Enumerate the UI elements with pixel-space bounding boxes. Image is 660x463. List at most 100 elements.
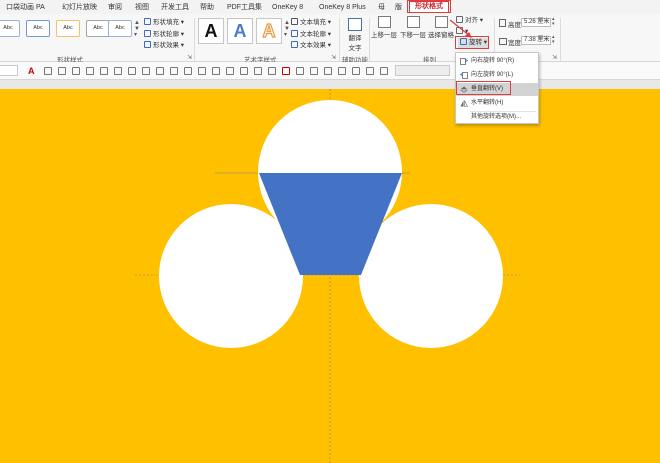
toolbar-icon[interactable] (156, 67, 164, 75)
shape-style-thumb-1[interactable]: Abc (0, 20, 20, 37)
height-icon (499, 19, 506, 27)
font-color-icon[interactable]: A (28, 67, 36, 76)
shape-outline-button[interactable]: 形状轮廓 ▾ (144, 30, 184, 40)
tab-onekey8-plus[interactable]: OneKey 8 Plus (319, 2, 366, 13)
tab-pdf-tools[interactable]: PDF工具集 (227, 2, 262, 13)
selection-pane-label: 选择窗格 (428, 32, 454, 39)
pen-icon (144, 30, 151, 37)
shape-style-thumb-3[interactable]: Abc (56, 20, 80, 37)
toolbar-icon[interactable] (352, 67, 360, 75)
toolbar-icon[interactable] (254, 67, 262, 75)
shape-style-thumb-4[interactable]: Abc (86, 20, 110, 37)
height-input[interactable]: 5.26 厘米 (521, 18, 551, 27)
shape-style-thumb-5[interactable]: Abc (108, 20, 132, 37)
toolbar-icon[interactable] (128, 67, 136, 75)
toolbar-icon[interactable] (310, 67, 318, 75)
height-stepper[interactable]: ▴ ▾ (552, 17, 555, 27)
text-effects-button[interactable]: 文本效果 ▾ (291, 41, 331, 51)
dialog-launcher-icon[interactable]: ⇲ (331, 54, 336, 61)
dialog-launcher-icon[interactable]: ⇲ (552, 54, 557, 61)
font-size-dropdown[interactable] (0, 65, 18, 76)
selection-pane-button[interactable]: 选择窗格 (428, 16, 454, 39)
rotate-right-label: 向右旋转 90°(R) (471, 58, 515, 64)
tab-developer[interactable]: 开发工具 (161, 2, 189, 13)
toolbar-icon[interactable] (86, 67, 94, 75)
tab-layout[interactable]: 版 (395, 2, 402, 13)
dialog-launcher-icon[interactable]: ⇲ (187, 54, 192, 61)
text-effects-icon (291, 41, 298, 48)
menu-item-rotate-right-90[interactable]: 向右旋转 90°(R) (457, 55, 538, 68)
slide-canvas[interactable] (0, 89, 660, 463)
width-input[interactable]: 7.38 厘米 (521, 36, 551, 45)
toolbar-icon[interactable] (282, 67, 290, 75)
menu-item-more-rotation-options[interactable]: 其他旋转选项(M)... (457, 111, 538, 124)
text-fill-icon (291, 18, 298, 25)
bring-forward-button[interactable]: 上移一层 (371, 16, 397, 39)
toolbar-icon[interactable] (198, 67, 206, 75)
toolbar-icon[interactable] (58, 67, 66, 75)
text-fill-button[interactable]: 文本填充 ▾ (291, 18, 331, 28)
toolbar-dropdown[interactable] (395, 65, 450, 76)
rotate-highlight-box (455, 36, 489, 49)
toolbar-icon[interactable] (324, 67, 332, 75)
wordart-style-black[interactable]: A (198, 18, 224, 44)
tab-review[interactable]: 审阅 (108, 2, 122, 13)
toolbar-icon[interactable] (114, 67, 122, 75)
width-icon (499, 38, 507, 45)
bring-forward-icon (377, 16, 391, 28)
app-window: 口袋动画 PA 幻灯片放映 审阅 视图 开发工具 帮助 PDF工具集 OneKe… (0, 0, 660, 463)
toolbar-icon[interactable] (366, 67, 374, 75)
bring-forward-label: 上移一层 (371, 32, 397, 39)
toolbar-icon[interactable] (170, 67, 178, 75)
toolbar-icon[interactable] (44, 67, 52, 75)
toolbar-icon[interactable] (184, 67, 192, 75)
tab-view[interactable]: 视图 (135, 2, 149, 13)
toolbar-icon[interactable] (226, 67, 234, 75)
toolbar-icon[interactable] (142, 67, 150, 75)
tab-onekey8[interactable]: OneKey 8 (272, 2, 303, 13)
translate-button[interactable]: 翻译 文字 (344, 18, 366, 52)
send-backward-label: 下移一层 (400, 32, 426, 39)
width-value: 7.38 厘米 (524, 37, 550, 43)
ribbon-divider (560, 18, 561, 62)
text-fill-label: 文本填充 (300, 19, 326, 26)
toolbar-icon[interactable] (296, 67, 304, 75)
ruler (0, 80, 660, 89)
tab-help[interactable]: 帮助 (200, 2, 214, 13)
tab-slideshow[interactable]: 幻灯片放映 (62, 2, 97, 13)
effects-icon (144, 41, 151, 48)
align-button[interactable]: 对齐 ▾ (456, 16, 483, 26)
toolbar-icon[interactable] (72, 67, 80, 75)
send-backward-button[interactable]: 下移一层 (400, 16, 426, 39)
wordart-style-orange-outline[interactable]: A (256, 18, 282, 44)
text-outline-label: 文本轮廓 (300, 31, 326, 38)
shape-fill-button[interactable]: 形状填充 ▾ (144, 18, 184, 28)
wordart-style-blue[interactable]: A (227, 18, 253, 44)
ribbon-divider (369, 18, 370, 62)
toolbar-icon[interactable] (380, 67, 388, 75)
align-label: 对齐 (465, 17, 478, 24)
toolbar-icon[interactable] (100, 67, 108, 75)
toolbar-icon[interactable] (212, 67, 220, 75)
text-outline-button[interactable]: 文本轮廓 ▾ (291, 30, 331, 40)
ribbon-divider (339, 18, 340, 62)
ribbon-tabs: 口袋动画 PA 幻灯片放映 审阅 视图 开发工具 帮助 PDF工具集 OneKe… (0, 0, 660, 14)
flip-vertical-highlight-box (456, 81, 511, 95)
shape-effects-label: 形状效果 (153, 42, 179, 49)
wordart-gallery-more[interactable]: ▲ ▼ ▾ (284, 20, 290, 38)
flip-horizontal-icon (460, 100, 468, 107)
toolbar-icon[interactable] (240, 67, 248, 75)
slide-shapes (135, 89, 520, 463)
shape-style-gallery-more[interactable]: ▲ ▼ ▾ (134, 20, 140, 38)
tab-master[interactable]: 母 (378, 2, 385, 13)
toolbar-icon[interactable] (338, 67, 346, 75)
send-backward-icon (406, 16, 420, 28)
translate-label-1: 翻译 (348, 35, 362, 42)
shape-style-thumb-2[interactable]: Abc (26, 20, 50, 37)
width-stepper[interactable]: ▴ ▾ (552, 35, 555, 45)
shape-effects-button[interactable]: 形状效果 ▾ (144, 41, 184, 51)
ribbon-divider (194, 18, 195, 62)
menu-item-flip-horizontal[interactable]: 水平翻转(H) (457, 97, 538, 110)
tab-pocket-animation[interactable]: 口袋动画 PA (6, 2, 45, 13)
toolbar-icon[interactable] (268, 67, 276, 75)
